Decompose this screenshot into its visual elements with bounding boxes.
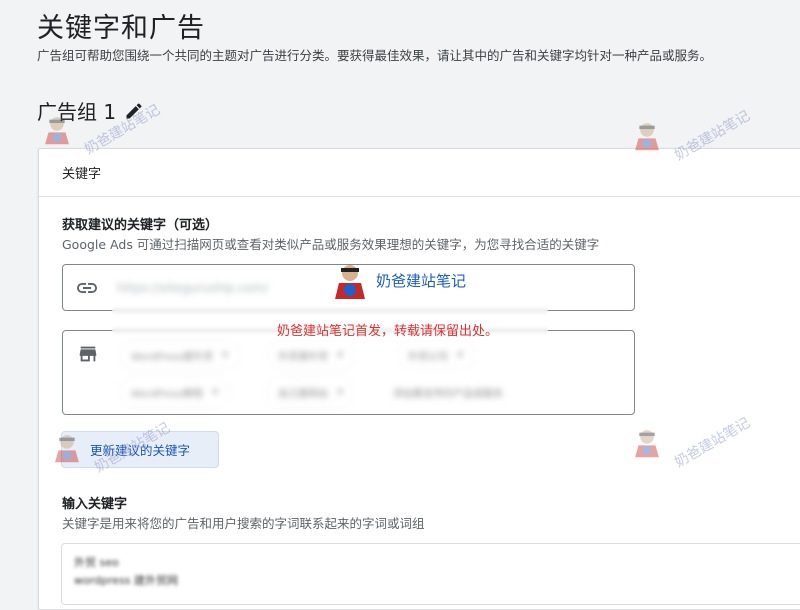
watermark: 奶爸建站笔记	[630, 108, 754, 164]
enter-keywords-description: 关键字是用来将您的广告和用户搜索的字词联系起来的字词或词组	[62, 516, 425, 531]
suggest-keywords-title: 获取建议的关键字（可选）	[62, 218, 219, 233]
pencil-icon[interactable]	[124, 101, 144, 121]
reprint-notice: 奶爸建站笔记首发，转载请保留出处。	[277, 324, 499, 339]
storefront-icon	[77, 343, 99, 365]
product-service-field[interactable]: WordPress建外贸 ✕ 外贸建外贸 ✕ 外贸公司 ✕ WordPress教程 ✕ …	[62, 330, 635, 415]
suggest-keywords-description: Google Ads 可通过扫描网页或查看对类似产品或服务效果理想的关键字，为您…	[62, 237, 600, 252]
keywords-textarea[interactable]: 外贸 seo wordpress 建外贸网	[61, 543, 800, 605]
keyword-chip[interactable]: 自己建网站 ✕	[268, 378, 355, 406]
close-icon[interactable]: ✕	[456, 350, 464, 361]
avatar-icon	[635, 123, 659, 151]
close-icon[interactable]: ✕	[211, 387, 219, 398]
update-suggested-keywords-button[interactable]: 更新建议的关键字	[61, 431, 219, 468]
keyword-chip[interactable]: 外贸公司 ✕	[398, 341, 475, 369]
card-header: 关键字	[39, 149, 800, 197]
keyword-line: wordpress 建外贸网	[74, 574, 179, 587]
keywords-card: 关键字 获取建议的关键字（可选） Google Ads 可通过扫描网页或查看对类…	[38, 148, 800, 610]
keyword-line: 外贸 seo	[74, 556, 119, 569]
avatar-icon	[335, 265, 365, 299]
close-icon[interactable]: ✕	[221, 350, 229, 361]
close-icon[interactable]: ✕	[336, 350, 344, 361]
product-placeholder: 添加要宣传的产品或服务	[383, 378, 513, 406]
keyword-chip[interactable]: 外贸建外贸 ✕	[268, 341, 355, 369]
keyword-chip[interactable]: WordPress教程 ✕	[121, 378, 230, 406]
page-title: 关键字和广告	[37, 13, 205, 44]
page-subtitle: 广告组可帮助您围绕一个共同的主题对广告进行分类。要获得最佳效果，请让其中的广告和…	[37, 48, 713, 63]
center-watermark: 奶爸建站笔记	[330, 260, 466, 300]
ad-group-title: 广告组 1	[37, 96, 144, 125]
keyword-chip[interactable]: WordPress建外贸 ✕	[121, 341, 240, 369]
close-icon[interactable]: ✕	[336, 387, 344, 398]
enter-keywords-title: 输入关键字	[62, 497, 128, 512]
ad-group-name: 广告组 1	[37, 100, 117, 124]
center-watermark-label: 奶爸建站笔记	[376, 271, 467, 290]
link-icon	[75, 276, 99, 300]
